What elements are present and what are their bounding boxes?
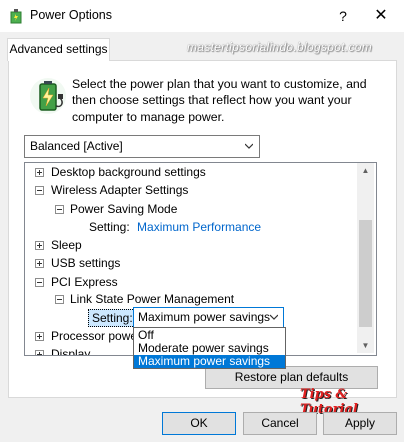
setting-value-link[interactable]: Maximum Performance [137,220,261,234]
expand-plus-icon[interactable] [35,241,44,250]
expand-plus-icon[interactable] [35,259,44,268]
expand-plus-icon[interactable] [35,332,44,341]
expand-plus-icon[interactable] [35,168,44,177]
collapse-minus-icon[interactable] [55,205,64,214]
watermark-text: mastertipsorialindo.blogspot.com [187,40,373,54]
collapse-minus-icon[interactable] [35,186,44,195]
chevron-down-icon [245,143,253,149]
collapse-minus-icon[interactable] [55,295,64,304]
description-text: Select the power plan that you want to c… [72,77,367,124]
expand-plus-icon[interactable] [35,350,44,355]
restore-plan-defaults-button[interactable]: Restore plan defaults [205,366,378,389]
window-title: Power Options [30,8,112,22]
close-button[interactable]: ✕ [367,4,395,28]
ok-button[interactable]: OK [162,412,236,435]
power-plan-value: Balanced [Active] [30,139,123,153]
collapse-minus-icon[interactable] [35,278,44,287]
link-state-setting-label: Setting: [88,309,137,327]
scrollbar-thumb[interactable] [359,220,372,327]
power-plan-select[interactable]: Balanced [Active] [24,135,260,158]
scroll-up-arrow-icon[interactable]: ▲ [361,166,370,175]
tab-advanced-settings[interactable]: Advanced settings [7,38,110,61]
title-bar: Power Options ? ✕ [0,0,404,32]
dropdown-option-maximum[interactable]: Maximum power savings [134,355,285,368]
apply-button[interactable]: Apply [323,412,397,435]
dropdown-value: Maximum power savings [138,310,271,324]
help-button[interactable]: ? [330,4,356,28]
power-options-icon [10,9,22,24]
link-state-dropdown[interactable]: Maximum power savings [133,307,284,328]
tree-item-psm-setting[interactable]: Setting: Maximum Performance [89,218,261,236]
dropdown-options-list[interactable]: Off Moderate power savings Maximum power… [133,327,286,369]
setting-label: Setting: [89,220,130,234]
scroll-down-arrow-icon[interactable]: ▼ [361,341,370,350]
battery-icon [30,78,66,114]
tree-scrollbar[interactable]: ▲ ▼ [357,163,374,353]
cancel-button[interactable]: Cancel [243,412,317,435]
chevron-down-icon [270,314,278,320]
